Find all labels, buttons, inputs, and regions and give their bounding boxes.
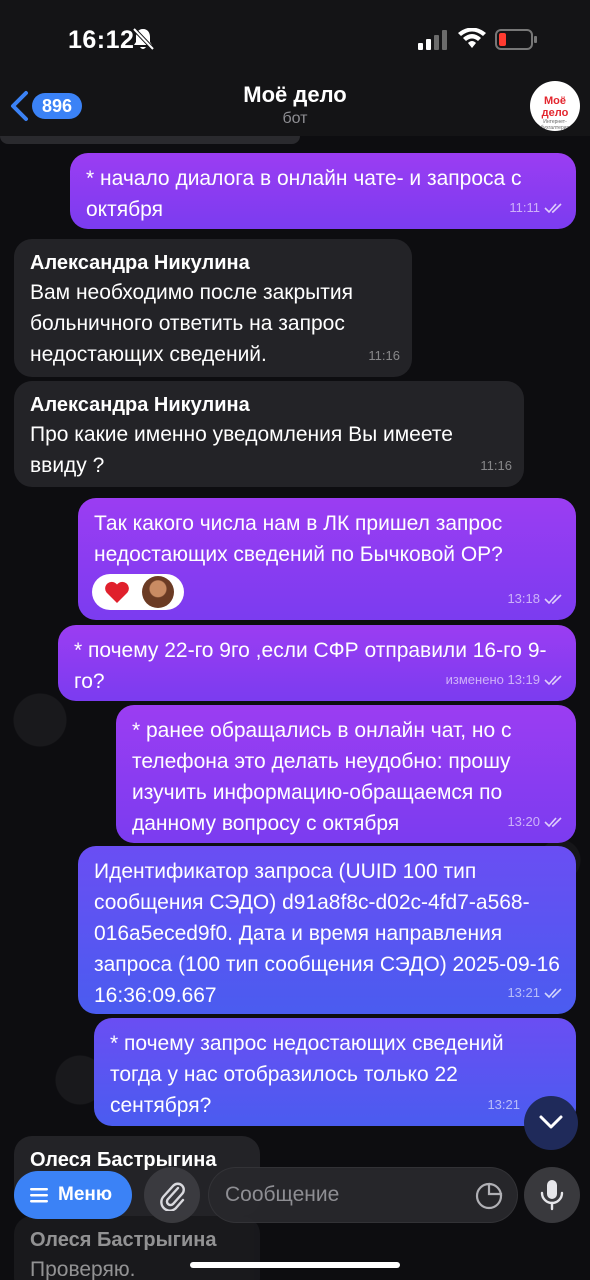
previous-message-edge [0,136,300,144]
scroll-to-bottom-button[interactable] [524,1096,578,1150]
attach-button[interactable] [144,1167,200,1223]
message-text: * ранее обращались в онлайн чат, но с те… [132,719,512,835]
message-reactions[interactable] [92,574,184,610]
double-check-icon [544,816,562,827]
wifi-icon [458,28,486,48]
message-text: * начало диалога в онлайн чате- и запрос… [86,167,522,221]
message-text: * почему запрос недостающих сведений тог… [110,1032,504,1117]
reactor-avatar[interactable] [142,576,174,608]
message-time: 13:18 [507,591,540,606]
status-bar: 16:12 [0,0,590,80]
message-text: Про какие именно уведомления Вы имеете в… [30,423,453,477]
sticker-icon[interactable] [475,1182,503,1210]
message-meta: 11:11 [509,192,564,223]
message-meta: 13:21 [507,977,564,1008]
bot-menu-button[interactable]: Меню [14,1171,132,1219]
message-time: 13:20 [507,814,540,829]
message-text: Вам необходимо после закрытия больничног… [30,281,353,366]
message-text: Так какого числа нам в ЛК пришел запрос … [94,512,503,566]
menu-lines-icon [30,1188,48,1203]
status-time: 16:12 [68,26,135,54]
paperclip-icon [160,1182,185,1211]
home-indicator [190,1262,400,1268]
outgoing-message[interactable]: * почему 22-го 9го ,если СФР отправили 1… [58,625,576,701]
input-placeholder: Сообщение [225,1183,340,1206]
message-meta: 13:20 [507,806,564,837]
double-check-icon [544,593,562,604]
chat-title[interactable]: Моё дело [0,82,590,108]
outgoing-message[interactable]: Идентификатор запроса (UUID 100 тип сооб… [78,846,576,1014]
message-sender: Александра Никулина [30,252,250,274]
message-meta: 13:18 [507,583,564,614]
message-time: 11:16 [480,458,512,473]
incoming-message[interactable]: Александра Никулина Про какие именно уве… [14,381,524,487]
message-text: Идентификатор запроса (UUID 100 тип сооб… [94,860,560,1007]
message-sender: Олеся Бастрыгина [30,1149,217,1171]
bot-avatar[interactable]: Моё дело Интернет-бухгалтерия [530,81,580,131]
chevron-down-icon [539,1115,563,1129]
menu-label: Меню [58,1184,113,1205]
message-sender: Олеся Бастрыгина [30,1229,217,1251]
message-meta: изменено 13:19 [446,664,564,695]
double-check-icon [544,202,562,213]
microphone-button[interactable] [524,1167,580,1223]
cellular-signal-icon [418,30,447,50]
message-meta: 13:21 [487,1089,520,1120]
message-time: изменено 13:19 [445,672,540,687]
chat-header: 896 Моё дело бот Моё дело Интернет-бухга… [0,80,590,136]
incoming-message[interactable]: Олеся Бастрыгина Проверяю. [14,1216,260,1280]
message-text: Проверяю. [30,1258,136,1280]
message-input[interactable]: Сообщение [208,1167,518,1223]
outgoing-message[interactable]: * начало диалога в онлайн чате- и запрос… [70,153,576,229]
message-time: 11:11 [509,200,540,215]
message-sender: Александра Никулина [30,394,250,416]
outgoing-message[interactable]: * ранее обращались в онлайн чат, но с те… [116,705,576,843]
bell-off-icon [132,27,154,51]
chat-subtitle: бот [282,110,308,127]
avatar-logo-text: Моё дело [541,95,569,119]
message-time: 13:21 [507,985,540,1000]
outgoing-message[interactable]: * почему запрос недостающих сведений тог… [94,1018,576,1126]
incoming-message[interactable]: Александра Никулина Вам необходимо после… [14,239,412,377]
battery-low-icon [495,29,537,50]
message-meta: 11:16 [480,450,512,481]
double-check-icon [544,674,562,685]
double-check-icon [544,987,562,998]
outgoing-message[interactable]: Так какого числа нам в ЛК пришел запрос … [78,498,576,620]
message-time: 11:16 [368,348,400,363]
message-time: 13:21 [487,1097,520,1112]
message-meta: 11:16 [368,340,400,371]
heart-reaction-icon[interactable] [104,580,130,604]
microphone-icon [540,1180,564,1211]
